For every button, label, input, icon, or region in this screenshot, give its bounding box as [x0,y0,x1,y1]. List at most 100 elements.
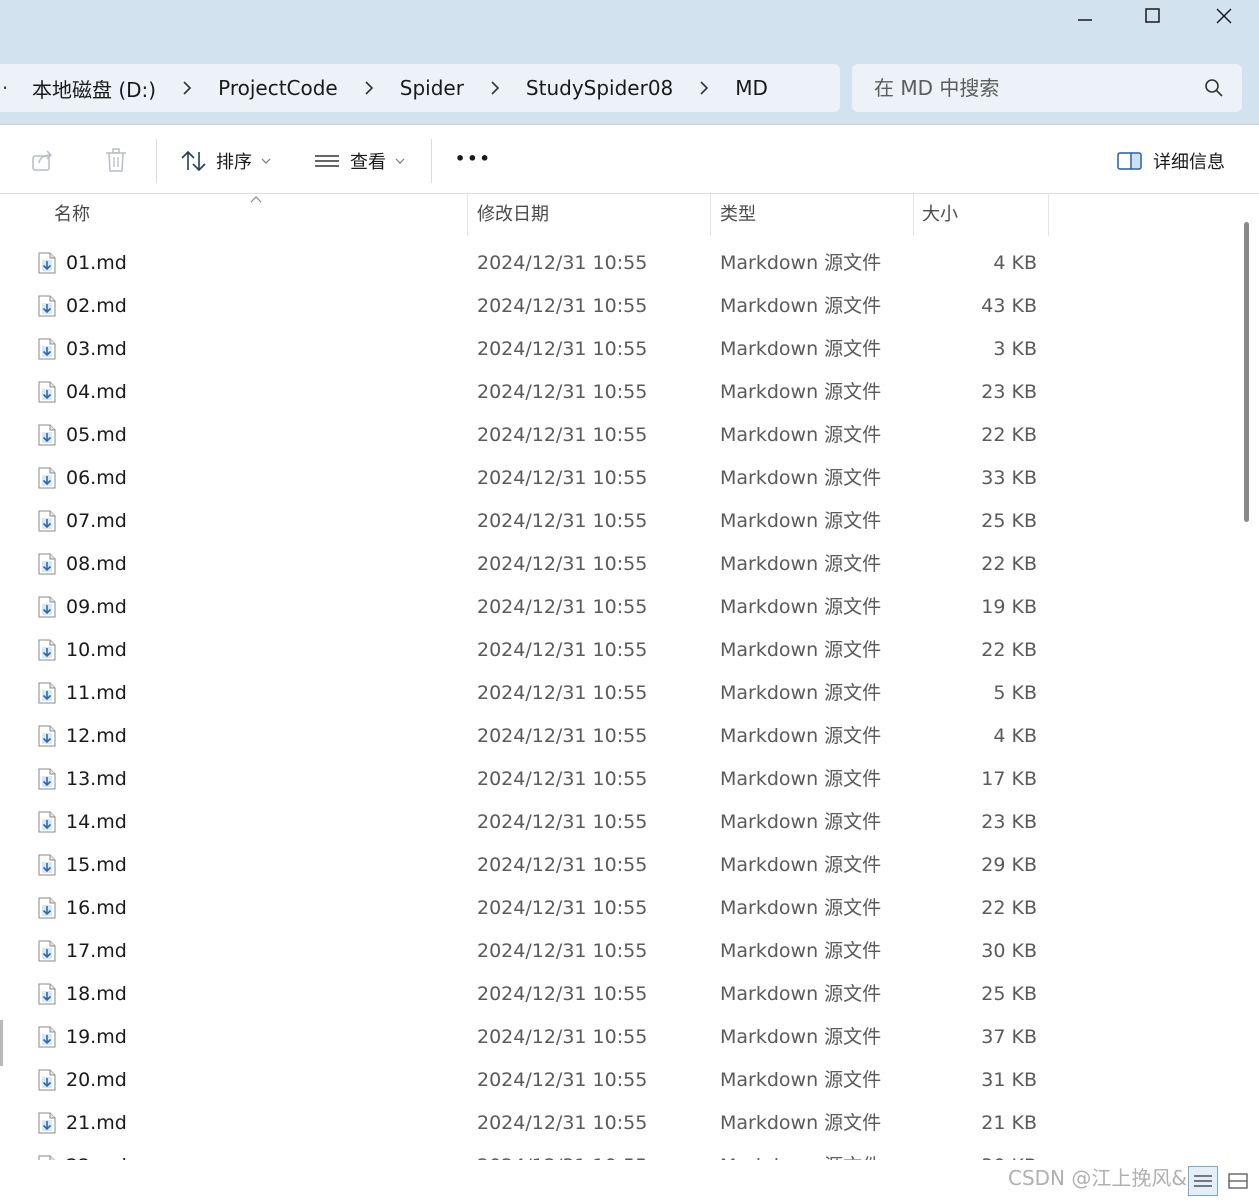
file-row[interactable]: 18.md 2024/12/31 10:55 Markdown 源文件 25 KB [6,973,1235,1016]
markdown-file-icon [38,897,56,919]
file-row[interactable]: 09.md 2024/12/31 10:55 Markdown 源文件 19 KB [6,586,1235,629]
column-divider[interactable] [710,194,711,236]
file-name[interactable]: 21.md [66,1102,127,1145]
file-name[interactable]: 02.md [66,285,127,328]
file-size: 31 KB [981,1069,1037,1091]
chevron-down-icon [261,158,271,164]
breadcrumb-item-md[interactable]: MD [735,76,768,100]
sort-button[interactable]: 排序 [180,148,272,174]
file-row[interactable]: 08.md 2024/12/31 10:55 Markdown 源文件 22 KB [6,543,1235,586]
file-type: Markdown 源文件 [720,897,882,919]
file-name[interactable]: 13.md [66,758,127,801]
breadcrumb-overflow[interactable]: · [0,76,10,100]
column-header-size[interactable]: 大小 [922,194,958,236]
column-divider[interactable] [1048,194,1049,236]
file-name[interactable]: 18.md [66,973,127,1016]
chevron-right-icon[interactable] [338,81,400,95]
file-type: Markdown 源文件 [720,1145,881,1160]
file-name[interactable]: 11.md [66,672,127,715]
close-button[interactable] [1189,0,1259,32]
column-divider[interactable] [913,194,914,236]
column-header-name[interactable]: 名称 [54,194,90,236]
file-row[interactable]: 07.md 2024/12/31 10:55 Markdown 源文件 25 KB [6,500,1235,543]
details-view-toggle[interactable] [1188,1166,1218,1196]
file-row[interactable]: 03.md 2024/12/31 10:55 Markdown 源文件 3 KB [6,328,1235,371]
file-row[interactable]: 15.md 2024/12/31 10:55 Markdown 源文件 29 KB [6,844,1235,887]
view-button[interactable]: 查看 [314,148,406,174]
file-row[interactable]: 14.md 2024/12/31 10:55 Markdown 源文件 23 KB [6,801,1235,844]
file-row[interactable]: 17.md 2024/12/31 10:55 Markdown 源文件 30 KB [6,930,1235,973]
markdown-file-icon [38,1026,56,1048]
file-name[interactable]: 09.md [66,586,127,629]
file-name[interactable]: 03.md [66,328,127,371]
search-input[interactable]: 在 MD 中搜索 [852,64,1242,112]
file-name[interactable]: 15.md [66,844,127,887]
markdown-file-icon [38,854,56,876]
chevron-right-icon[interactable] [156,81,218,95]
search-icon[interactable] [1204,78,1224,98]
file-name[interactable]: 05.md [66,414,127,457]
column-header-date[interactable]: 修改日期 [477,194,549,236]
file-row[interactable]: 01.md 2024/12/31 10:55 Markdown 源文件 4 KB [6,242,1235,285]
file-name[interactable]: 04.md [66,371,127,414]
file-row[interactable]: 21.md 2024/12/31 10:55 Markdown 源文件 21 KB [6,1102,1235,1145]
column-header-type[interactable]: 类型 [720,194,756,236]
file-name[interactable]: 07.md [66,500,127,543]
breadcrumb-item-drive[interactable]: 本地磁盘 (D:) [32,74,156,103]
file-modified-date: 2024/12/31 10:55 [477,639,648,661]
title-bar [0,0,1259,50]
file-row[interactable]: 16.md 2024/12/31 10:55 Markdown 源文件 22 KB [6,887,1235,930]
file-name[interactable]: 20.md [66,1059,127,1102]
tiles-view-toggle[interactable] [1226,1166,1254,1194]
file-row[interactable]: 06.md 2024/12/31 10:55 Markdown 源文件 33 KB [6,457,1235,500]
maximize-button[interactable] [1118,0,1188,32]
file-modified-date: 2024/12/31 10:55 [477,338,648,360]
vertical-scrollbar[interactable] [1238,194,1259,1160]
file-name[interactable]: 22.md [66,1145,127,1160]
file-row[interactable]: 02.md 2024/12/31 10:55 Markdown 源文件 43 KB [6,285,1235,328]
file-row[interactable]: 04.md 2024/12/31 10:55 Markdown 源文件 23 KB [6,371,1235,414]
breadcrumb-item-studyspider08[interactable]: StudySpider08 [526,76,673,100]
file-row[interactable]: 12.md 2024/12/31 10:55 Markdown 源文件 4 KB [6,715,1235,758]
file-row[interactable]: 19.md 2024/12/31 10:55 Markdown 源文件 37 KB [6,1016,1235,1059]
toolbar-divider [156,139,157,183]
file-row[interactable]: 20.md 2024/12/31 10:55 Markdown 源文件 31 KB [6,1059,1235,1102]
file-modified-date: 2024/12/31 10:55 [477,381,648,403]
file-name[interactable]: 08.md [66,543,127,586]
file-row[interactable]: 13.md 2024/12/31 10:55 Markdown 源文件 17 KB [6,758,1235,801]
breadcrumb-item-spider[interactable]: Spider [400,76,464,100]
file-name[interactable]: 06.md [66,457,127,500]
breadcrumb[interactable]: · 本地磁盘 (D:) ProjectCode Spider StudySpid… [0,64,840,112]
file-name[interactable]: 12.md [66,715,127,758]
file-size: 37 KB [981,1026,1037,1048]
file-row[interactable]: 05.md 2024/12/31 10:55 Markdown 源文件 22 KB [6,414,1235,457]
delete-button[interactable] [104,147,128,173]
file-name[interactable]: 17.md [66,930,127,973]
breadcrumb-item-projectcode[interactable]: ProjectCode [218,76,338,100]
file-size: 22 KB [981,553,1037,575]
file-row[interactable]: 22.md 2024/12/31 10:55 Markdown 源文件 30 KB [6,1145,1235,1160]
share-button[interactable] [30,147,56,173]
scrollbar-thumb[interactable] [1244,222,1249,522]
markdown-file-icon [38,381,56,403]
file-name[interactable]: 16.md [66,887,127,930]
markdown-file-icon [38,1069,56,1091]
file-name[interactable]: 10.md [66,629,127,672]
file-list[interactable]: 名称 修改日期 类型 大小 01.md 2024/12/31 10:55 Markd… [6,194,1235,1160]
more-options-button[interactable]: ••• [455,149,492,168]
file-name[interactable]: 14.md [66,801,127,844]
file-row[interactable]: 10.md 2024/12/31 10:55 Markdown 源文件 22 KB [6,629,1235,672]
file-type: Markdown 源文件 [720,338,882,360]
column-divider[interactable] [467,194,468,236]
toolbar-divider [431,139,432,183]
chevron-right-icon[interactable] [673,81,735,95]
chevron-right-icon[interactable] [464,81,526,95]
file-name[interactable]: 01.md [66,242,127,285]
details-pane-button[interactable]: 详细信息 [1117,148,1225,174]
details-label: 详细信息 [1153,152,1225,173]
file-type: Markdown 源文件 [720,1069,882,1091]
file-row[interactable]: 11.md 2024/12/31 10:55 Markdown 源文件 5 KB [6,672,1235,715]
file-name[interactable]: 19.md [66,1016,127,1059]
minimize-button[interactable] [1050,0,1120,32]
file-modified-date: 2024/12/31 10:55 [477,467,648,489]
